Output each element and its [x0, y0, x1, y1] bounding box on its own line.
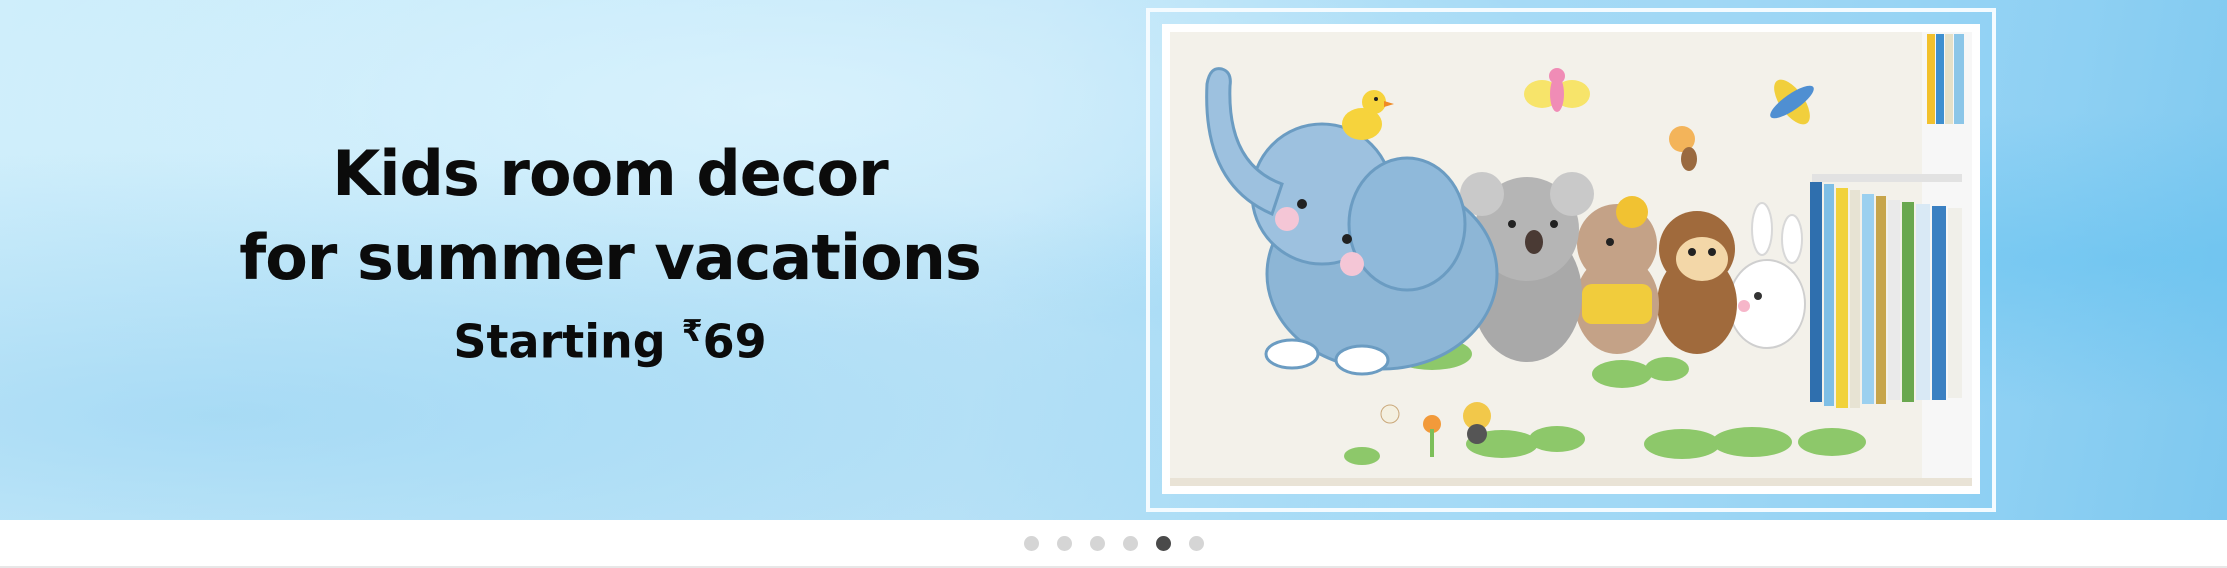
- banner-text: Kids room decor for summer vacations Sta…: [180, 132, 1040, 368]
- price-line: Starting ₹69: [180, 314, 1040, 368]
- carousel-dot-6[interactable]: [1188, 535, 1204, 551]
- bear-sticker: [1575, 196, 1659, 354]
- carousel-dot-5[interactable]: [1155, 535, 1171, 551]
- headline-line-2: for summer vacations: [239, 221, 982, 294]
- banner-slide[interactable]: Kids room decor for summer vacations Sta…: [0, 0, 2227, 520]
- carousel-dot-3[interactable]: [1089, 535, 1105, 551]
- wall-decal-illustration: [1162, 24, 1980, 494]
- hero-carousel: Kids room decor for summer vacations Sta…: [0, 0, 2227, 568]
- currency-symbol: ₹: [681, 314, 703, 349]
- next-slide-button[interactable]: [2147, 0, 2227, 520]
- monkey-sticker: [1657, 211, 1737, 354]
- previous-slide-button[interactable]: [0, 0, 80, 520]
- carousel-pagination: [0, 520, 2227, 566]
- headline-line-1: Kids room decor: [332, 137, 888, 210]
- product-image[interactable]: [1162, 24, 1980, 494]
- price-value: 69: [702, 314, 767, 369]
- carousel-dot-2[interactable]: [1056, 535, 1072, 551]
- carousel-dot-4[interactable]: [1122, 535, 1138, 551]
- price-prefix: Starting: [453, 314, 682, 369]
- carousel-dot-1[interactable]: [1023, 535, 1039, 551]
